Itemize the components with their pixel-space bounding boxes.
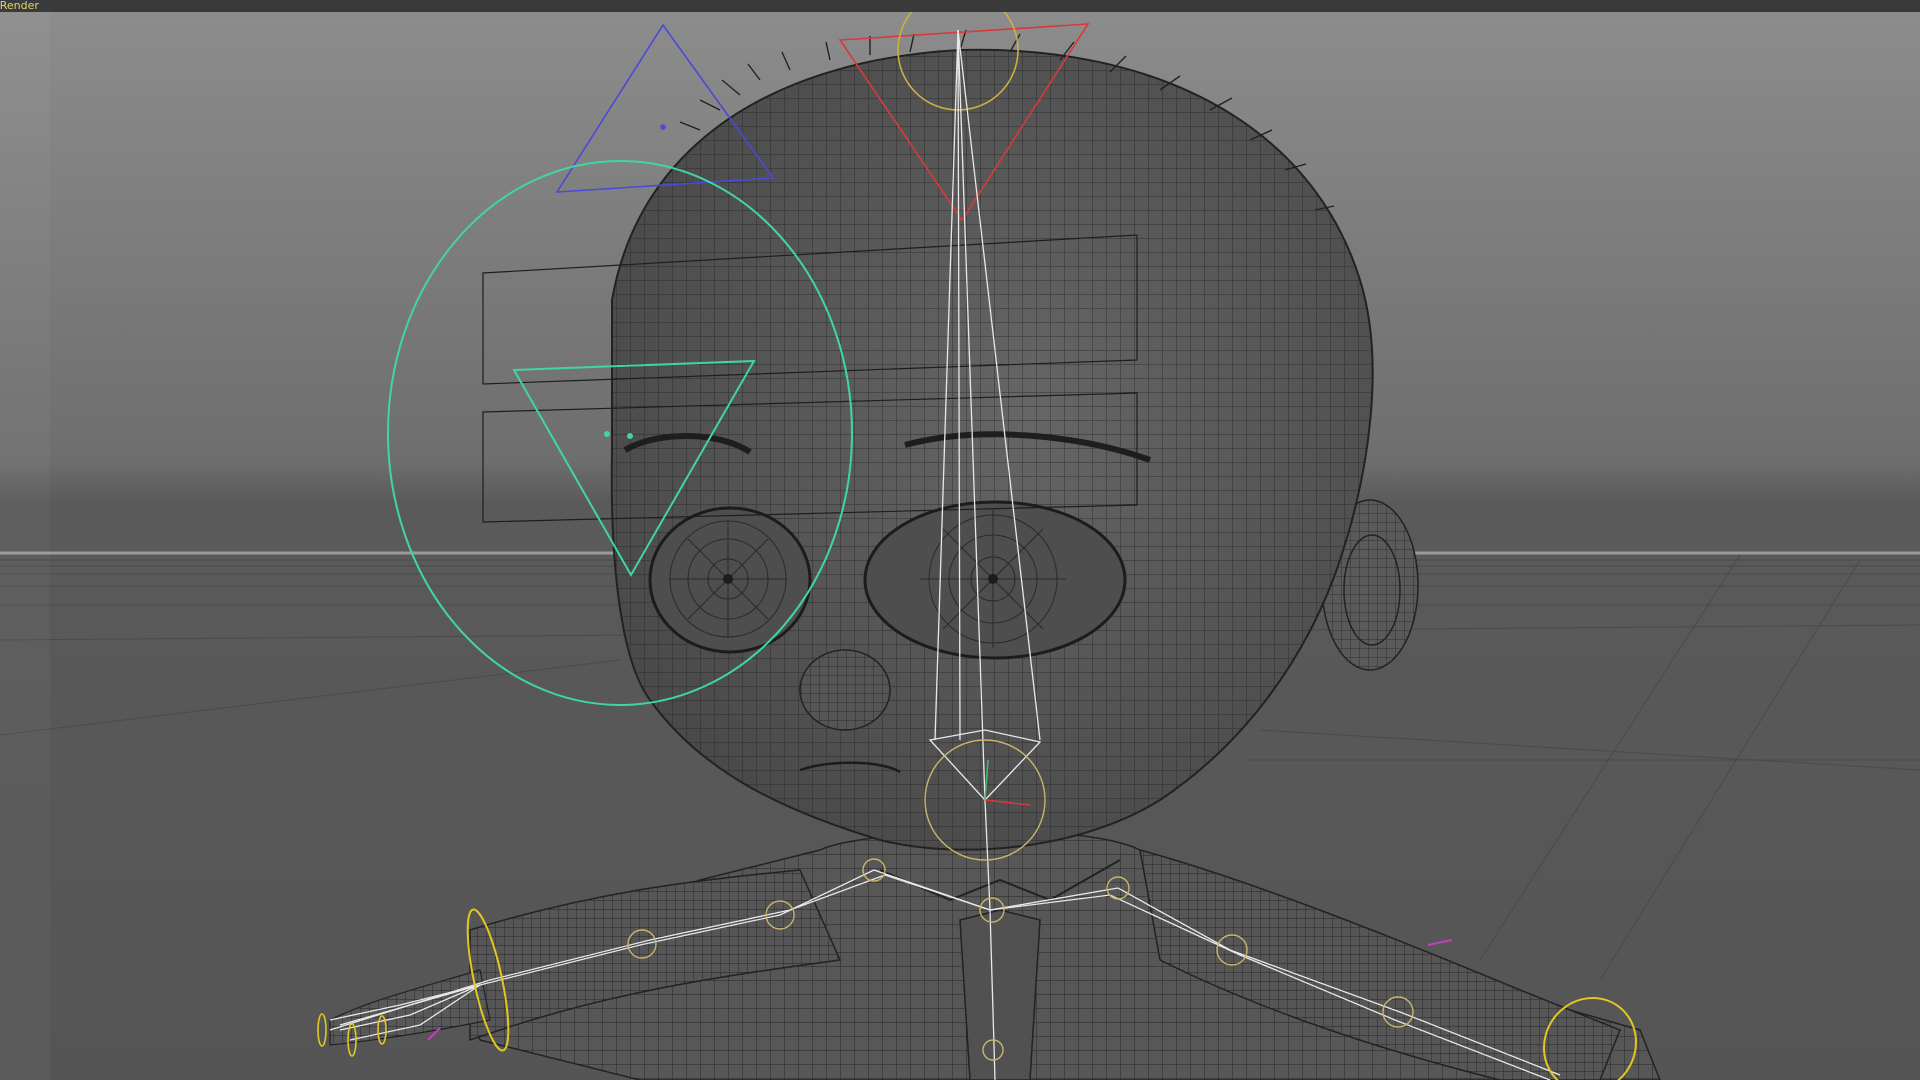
left-panel-edge	[0, 12, 50, 1080]
window-title: oRender	[0, 0, 39, 12]
viewport-canvas[interactable]	[0, 12, 1920, 1080]
window-titlebar: oRender	[0, 0, 1920, 12]
3d-viewport[interactable]	[0, 12, 1920, 1080]
